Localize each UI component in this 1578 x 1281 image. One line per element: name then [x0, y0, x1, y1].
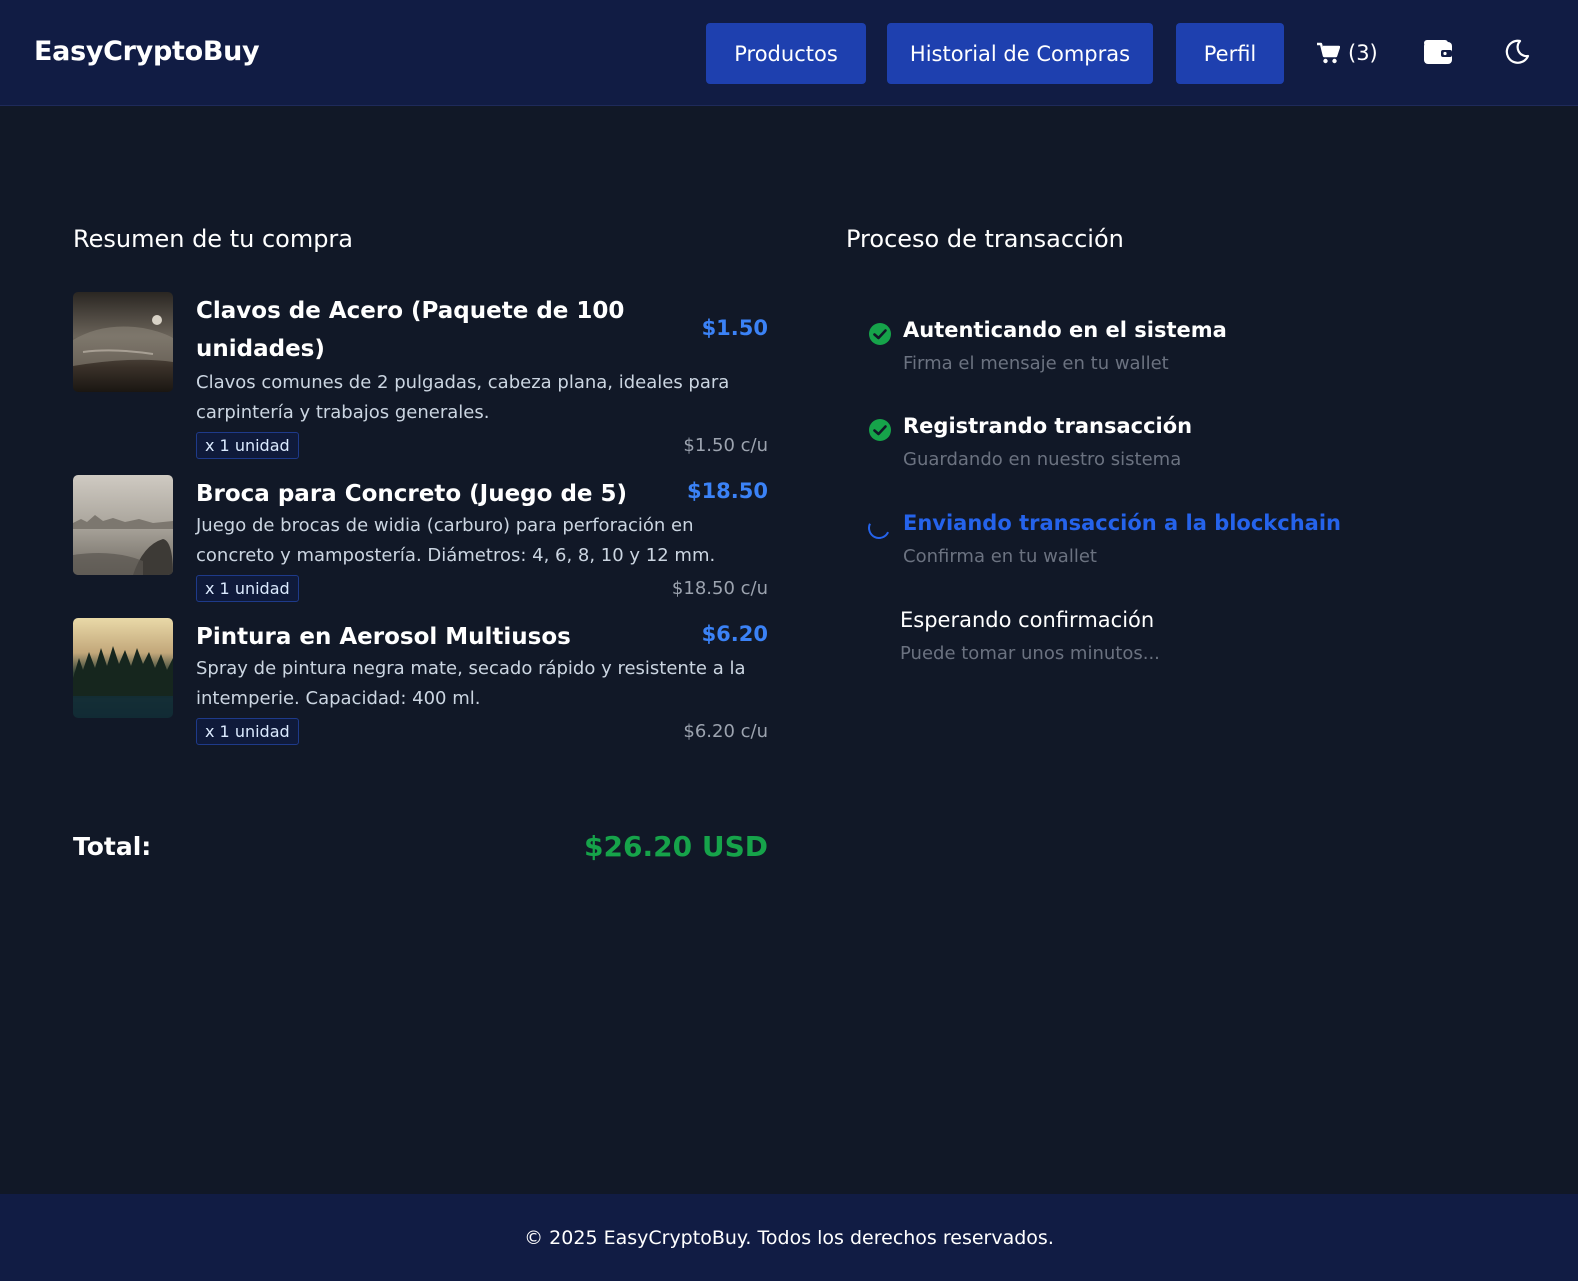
theme-toggle-button[interactable]: [1499, 34, 1535, 70]
step-subtitle: Guardando en nuestro sistema: [903, 449, 1182, 470]
brand-logo[interactable]: EasyCryptoBuy: [34, 36, 260, 67]
check-circle-icon: [868, 418, 892, 442]
unit-price: $18.50 c/u: [671, 578, 768, 599]
nav-profile-button[interactable]: Perfil: [1176, 23, 1284, 84]
product-image: [73, 618, 173, 718]
page: EasyCryptoBuy Productos Historial de Com…: [0, 0, 1578, 1281]
quantity-badge: x 1 unidad: [196, 432, 299, 459]
summary-title: Resumen de tu compra: [73, 225, 354, 253]
step-subtitle: Confirma en tu wallet: [903, 546, 1097, 567]
step-subtitle: Firma el mensaje en tu wallet: [903, 353, 1169, 374]
quantity-badge: x 1 unidad: [196, 575, 299, 602]
cart-item: Broca para Concreto (Juego de 5) $18.50 …: [73, 475, 768, 610]
product-name: Clavos de Acero (Paquete de 100 unidades…: [196, 298, 625, 362]
product-price: $18.50: [686, 479, 768, 503]
product-price: $6.20: [701, 622, 768, 646]
product-description: Clavos comunes de 2 pulgadas, cabeza pla…: [196, 372, 730, 423]
moon-icon: [1505, 39, 1530, 64]
step-subtitle: Puede tomar unos minutos...: [900, 643, 1160, 664]
process-step: Enviando transacción a la blockchain Con…: [864, 511, 1468, 581]
product-name: Pintura en Aerosol Multiusos: [196, 624, 571, 650]
footer: © 2025 EasyCryptoBuy. Todos los derechos…: [0, 1194, 1578, 1281]
nav-products-button[interactable]: Productos: [706, 23, 866, 84]
step-title: Registrando transacción: [903, 414, 1193, 438]
quantity-badge: x 1 unidad: [196, 718, 299, 745]
product-image: [73, 475, 173, 575]
step-title: Esperando confirmación: [900, 608, 1155, 632]
cart-icon: [1317, 42, 1340, 64]
check-circle-icon: [868, 322, 892, 346]
product-name: Broca para Concreto (Juego de 5): [196, 481, 628, 507]
step-title: Enviando transacción a la blockchain: [903, 511, 1341, 535]
process-title: Proceso de transacción: [846, 225, 1124, 253]
product-description: Juego de brocas de widia (carburo) para …: [196, 515, 716, 566]
footer-copyright: © 2025 EasyCryptoBuy. Todos los derechos…: [524, 1226, 1054, 1249]
step-title: Autenticando en el sistema: [903, 318, 1227, 342]
unit-price: $6.20 c/u: [683, 721, 768, 742]
unit-price: $1.50 c/u: [683, 435, 768, 456]
product-image: [73, 292, 173, 392]
cart-item: Clavos de Acero (Paquete de 100 unidades…: [73, 292, 768, 462]
product-price: $1.50: [701, 316, 768, 340]
process-step: Registrando transacción Guardando en nue…: [868, 414, 1468, 484]
spinner-icon: [864, 513, 894, 543]
total-label: Total:: [73, 832, 152, 861]
nav-history-button[interactable]: Historial de Compras: [887, 23, 1153, 84]
wallet-icon: [1424, 40, 1452, 64]
top-navbar: EasyCryptoBuy Productos Historial de Com…: [0, 0, 1578, 106]
process-step: Autenticando en el sistema Firma el mens…: [868, 318, 1468, 388]
cart-item: Pintura en Aerosol Multiusos $6.20 Spray…: [73, 618, 768, 753]
total-value: $26.20 USD: [584, 830, 768, 863]
cart-button[interactable]: (3): [1316, 36, 1378, 70]
wallet-button[interactable]: [1420, 34, 1456, 70]
cart-count: (3): [1348, 41, 1378, 65]
product-description: Spray de pintura negra mate, secado rápi…: [196, 658, 746, 709]
process-step: Esperando confirmación Puede tomar unos …: [868, 608, 1468, 678]
